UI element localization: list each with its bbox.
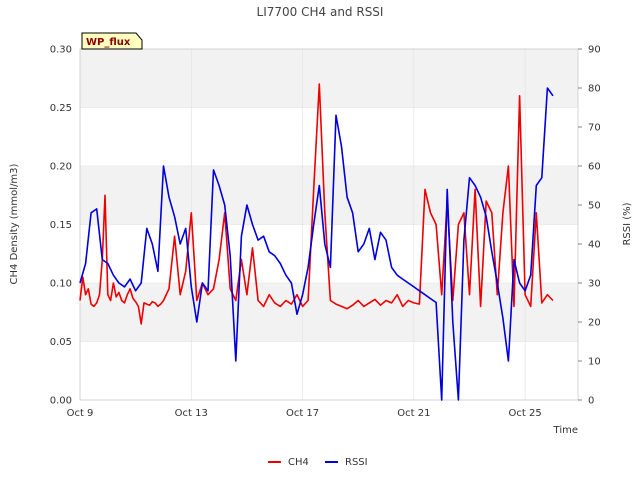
x-tick-label: Oct 17: [286, 408, 319, 419]
y2-tick-label: 90: [588, 45, 601, 56]
background-bands: [80, 49, 578, 342]
y2-axis-title: RSSI (%): [622, 202, 633, 245]
x-tick-label: Oct 9: [67, 408, 94, 419]
y2-tick-label: 0: [588, 396, 594, 407]
y2-tick-label: 50: [588, 201, 601, 212]
y-tick-label: 0.00: [50, 396, 72, 407]
y-tick-label: 0.30: [50, 45, 72, 56]
legend-ch4-label: CH4: [288, 457, 309, 468]
y-axis-ticks: 0.00 0.05 0.10 0.15 0.20 0.25 0.30: [50, 45, 72, 407]
y2-tick-label: 20: [588, 318, 601, 329]
legend: CH4 RSSI: [268, 457, 368, 468]
y2-tick-label: 70: [588, 123, 601, 134]
y2-tick-label: 10: [588, 357, 601, 368]
chart-title: LI7700 CH4 and RSSI: [257, 5, 384, 19]
x-tick-label: Oct 21: [397, 408, 430, 419]
series-layer: [79, 83, 554, 401]
x-axis-title: Time: [553, 425, 578, 436]
badge-text: WP_flux: [86, 37, 131, 48]
chart: LI7700 CH4 and RSSI 0.00 0.05 0.10 0.15 0.20…: [9, 5, 633, 468]
x-tick-label: Oct 13: [175, 408, 208, 419]
y-tick-label: 0.05: [50, 337, 72, 348]
background-band: [80, 283, 578, 342]
y-tick-label: 0.15: [50, 220, 72, 231]
legend-rssi-label: RSSI: [345, 457, 368, 468]
y-axis-title: CH4 Density (mmol/m3): [9, 163, 20, 284]
x-axis-ticks: Oct 9 Oct 13 Oct 17 Oct 21 Oct 25: [67, 408, 542, 419]
y-tick-label: 0.25: [50, 103, 72, 114]
y-tick-label: 0.10: [50, 279, 72, 290]
x-tick-label: Oct 25: [509, 408, 542, 419]
wp-flux-badge: WP_flux: [81, 32, 143, 50]
y2-tick-label: 60: [588, 162, 601, 173]
y-tick-label: 0.20: [50, 162, 72, 173]
background-band: [80, 49, 578, 108]
y2-tick-label: 80: [588, 84, 601, 95]
y2-axis-ticks: 0 10 20 30 40 50 60 70 80 90: [578, 45, 601, 407]
y2-tick-label: 30: [588, 279, 601, 290]
y2-tick-label: 40: [588, 240, 601, 251]
